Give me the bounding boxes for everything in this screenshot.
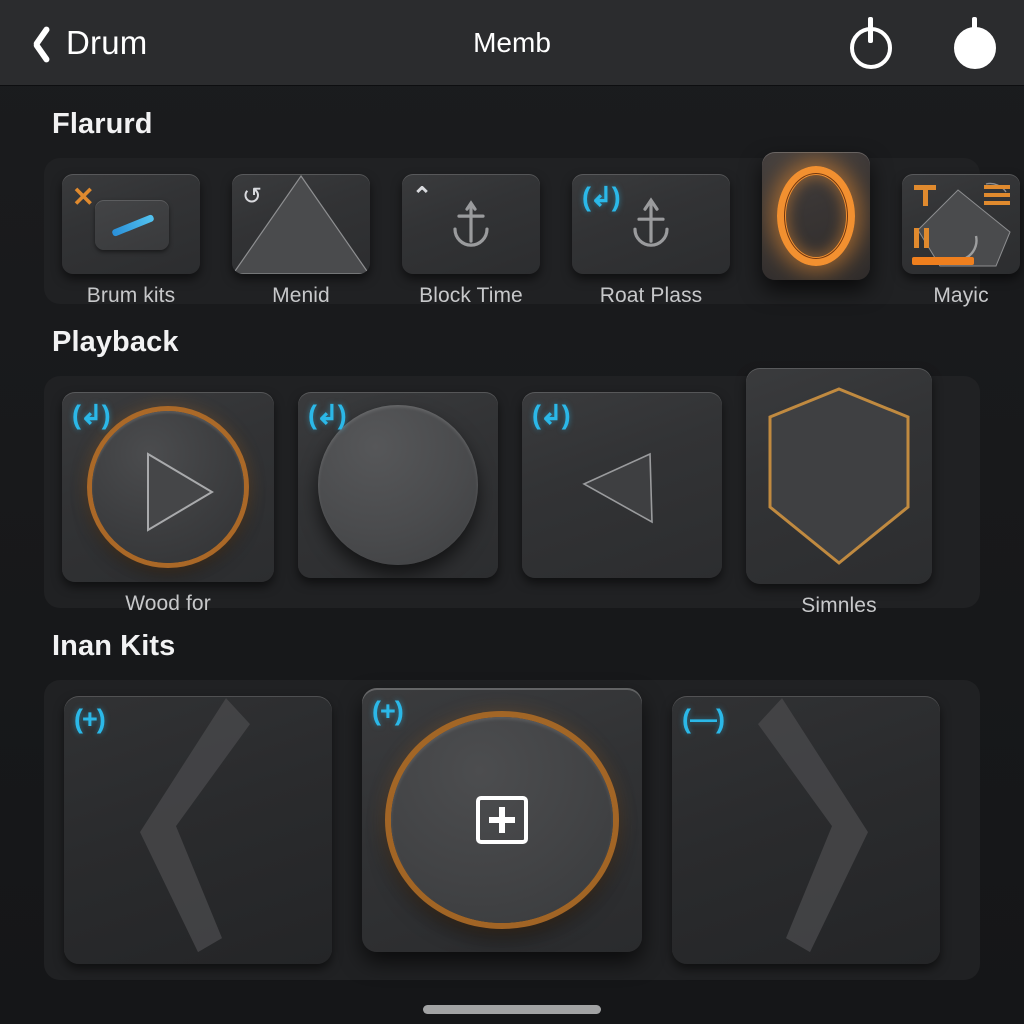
close-icon: ✕	[72, 182, 95, 212]
navigation-bar: Drum Memb	[0, 0, 1024, 86]
power-filled-icon[interactable]	[952, 16, 998, 69]
return-badge-icon: (↲)	[532, 400, 571, 430]
plus-badge-icon: (+)	[372, 696, 404, 726]
tile-cell: ⌃ Block Time	[402, 174, 540, 308]
tile-tray: (+) (+) (—)	[44, 680, 980, 980]
tile-tray: (↲) Wood for (↲) (↲) Simnles	[44, 368, 980, 617]
tile-cell	[762, 152, 870, 290]
curl-icon: ↺	[242, 183, 263, 210]
plus-badge-icon: (+)	[74, 704, 106, 734]
power-outline-icon[interactable]	[848, 16, 894, 69]
tile-add-kit[interactable]: (+)	[362, 688, 642, 952]
chevron-up-icon: ⌃	[412, 183, 433, 210]
tile-cell: (↲)	[298, 392, 498, 588]
tile-mayic[interactable]	[902, 174, 1020, 274]
tile-label: Menid	[272, 284, 330, 307]
tile-label: Simnles	[801, 594, 877, 617]
add-icon[interactable]	[476, 796, 528, 844]
section-inan-kits: Inan Kits (+) (+) (—)	[0, 630, 1024, 980]
section-title: Inan Kits	[52, 630, 176, 662]
app-screen: Drum Memb Flarurd ✕ Brum kits ↺ Menid ⌃ …	[0, 0, 1024, 1024]
return-badge-icon: (↲)	[72, 400, 111, 430]
scroll-content: Flarurd ✕ Brum kits ↺ Menid ⌃ Block Time…	[0, 108, 1024, 980]
chevron-left-icon	[26, 23, 52, 63]
tile-cell: ↺ Menid	[232, 174, 370, 308]
anchor-up-icon	[633, 197, 669, 247]
tile-menid[interactable]: ↺	[232, 174, 370, 274]
pause-icon	[914, 228, 929, 248]
tile-label: Roat Plass	[599, 284, 703, 307]
home-indicator[interactable]	[423, 1005, 601, 1014]
tile-cell: Simnles	[746, 368, 932, 618]
tile-brum-kits[interactable]: ✕	[62, 174, 200, 274]
navbar-actions	[848, 16, 998, 69]
tile-selected-ring[interactable]	[762, 152, 870, 280]
back-button[interactable]: Drum	[26, 23, 147, 63]
section-playback: Playback (↲) Wood for (↲) (↲) Simnles	[0, 326, 1024, 617]
section-title: Playback	[52, 326, 179, 358]
tile-cell: (↲) Roat Plass	[572, 174, 730, 308]
return-badge-icon: (↲)	[308, 400, 347, 430]
tile-next-kit[interactable]: (—)	[672, 696, 940, 964]
tile-cell: (↲) Wood for	[62, 392, 274, 616]
tile-cell: (—)	[672, 696, 940, 974]
tile-cell: (↲)	[522, 392, 722, 588]
tile-wood-for[interactable]: (↲)	[62, 392, 274, 582]
tile-label: Wood for	[125, 592, 211, 615]
chevron-right-bolt-icon	[758, 698, 868, 953]
tile-plain-knob[interactable]: (↲)	[298, 392, 498, 578]
tile-block-time[interactable]: ⌃	[402, 174, 540, 274]
tile-cell: ✕ Brum kits	[62, 174, 200, 308]
tile-label: Mayic	[933, 284, 989, 307]
section-flarurd: Flarurd ✕ Brum kits ↺ Menid ⌃ Block Time…	[0, 108, 1024, 307]
pen-icon	[111, 214, 155, 237]
chevron-left-bolt-icon	[140, 698, 250, 953]
tile-simnles[interactable]	[746, 368, 932, 584]
menu-lines-icon	[984, 185, 1010, 209]
minus-badge-icon: (—)	[682, 704, 725, 734]
tile-cell: (+)	[362, 688, 642, 962]
back-button-label: Drum	[66, 23, 148, 61]
tile-roat-plass[interactable]: (↲)	[572, 174, 730, 274]
glow-ring-icon	[777, 166, 855, 266]
tile-prev-kit[interactable]: (+)	[64, 696, 332, 964]
section-title: Flarurd	[52, 108, 153, 140]
tile-tray: ✕ Brum kits ↺ Menid ⌃ Block Time (↲) Roa…	[44, 152, 1020, 307]
return-badge-icon: (↲)	[582, 182, 621, 212]
progress-bar	[912, 257, 974, 265]
tile-label: Block Time	[419, 284, 523, 307]
tile-triangle-left[interactable]: (↲)	[522, 392, 722, 578]
tile-cell: Mayic	[902, 174, 1020, 308]
pen-in-rect-icon	[95, 200, 169, 250]
tile-label: Brum kits	[86, 284, 176, 307]
anchor-icon	[453, 200, 489, 247]
shield-icon	[768, 387, 910, 565]
tile-cell: (+)	[64, 696, 332, 974]
